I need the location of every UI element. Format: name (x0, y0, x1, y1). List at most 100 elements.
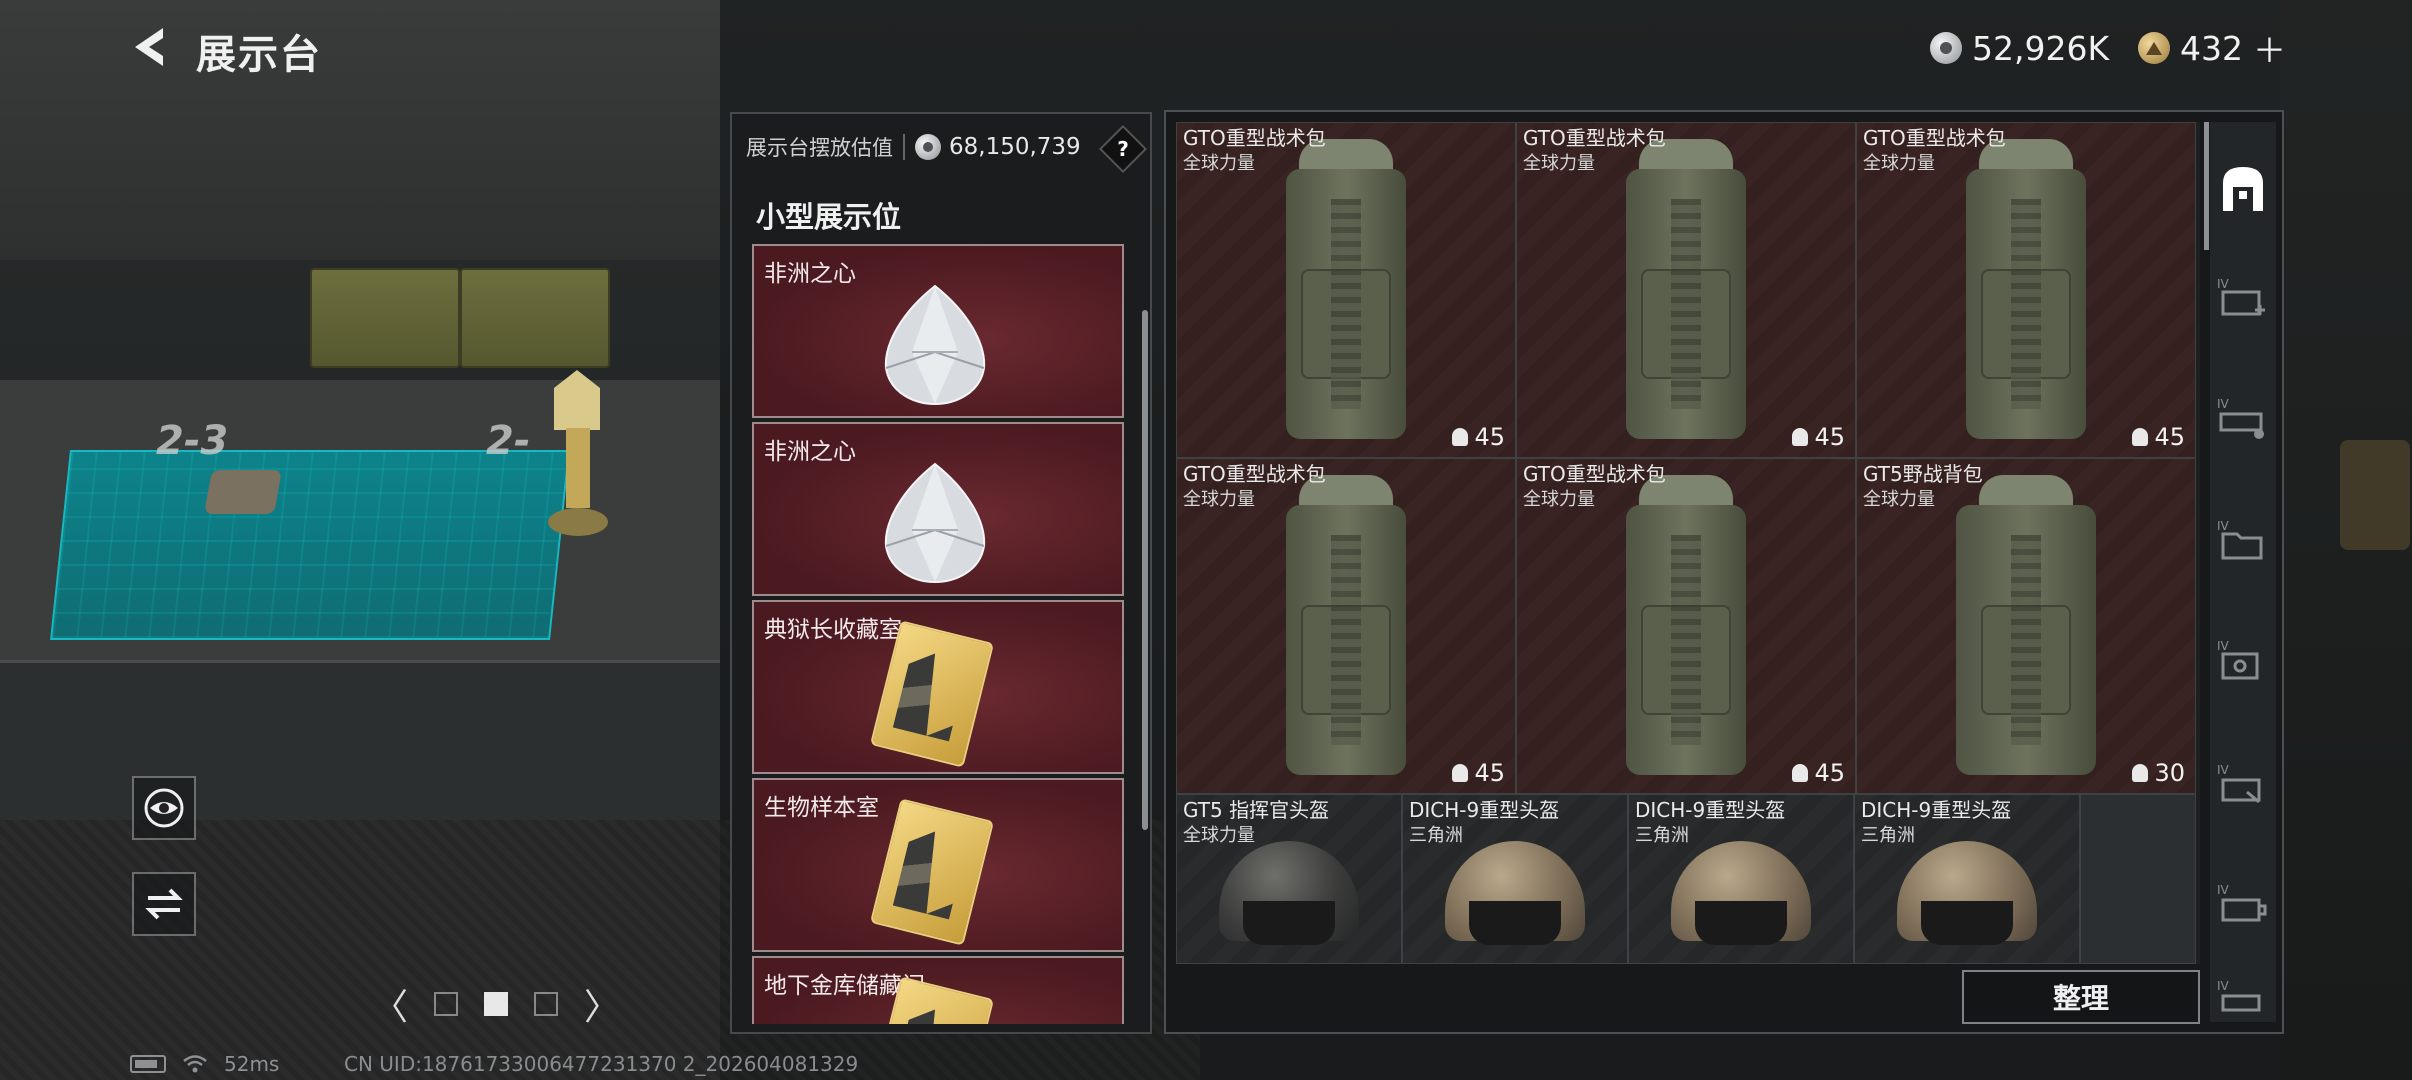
tab-ammo[interactable]: IV (2216, 878, 2270, 932)
page-dot-active[interactable] (484, 992, 509, 1016)
gold-amount: 432 (2180, 28, 2243, 68)
capacity-icon (2132, 428, 2149, 446)
page-indicator: 〈 〉 (372, 978, 620, 1030)
display-slot-card[interactable]: 地下金库储藏间 (752, 956, 1124, 1024)
item-count: 45 (1792, 759, 1845, 787)
capacity-icon (1452, 764, 1469, 782)
scene-slot-label: 2-3 (156, 418, 229, 464)
silver-coin-icon (915, 134, 941, 160)
inventory-item[interactable]: DICH-9重型头盔 三角洲 (1854, 794, 2080, 964)
svg-text:IV: IV (2217, 519, 2230, 533)
sort-button[interactable]: 整理 (1962, 970, 2200, 1024)
gold-coin-icon (2138, 32, 2170, 64)
prev-page-button[interactable]: 〈 (372, 978, 408, 1030)
item-name: GTO重型战术包 (1183, 126, 1326, 150)
uid-text: CN UID:18761733006477231370 2_2026040813… (344, 1052, 859, 1076)
inventory-item[interactable]: GTO重型战术包 全球力量 45 (1176, 458, 1516, 794)
slot-name: 非洲之心 (764, 439, 856, 465)
scene-vehicle-model[interactable] (204, 470, 282, 514)
item-count: 45 (2132, 423, 2185, 451)
item-count: 30 (2132, 759, 2185, 787)
tab-all[interactable] (2216, 162, 2270, 216)
svg-text:IV: IV (2217, 979, 2230, 993)
divider (903, 134, 905, 160)
folder-icon: IV (2217, 519, 2263, 560)
estimate-value: 68,150,739 (915, 134, 1081, 160)
swap-button[interactable] (132, 872, 196, 936)
display-slot-card[interactable]: 非洲之心 (752, 244, 1124, 418)
tab-medical[interactable]: IV (2216, 272, 2270, 326)
back-button[interactable] (126, 22, 176, 72)
tab-equipment[interactable]: IV (2216, 634, 2270, 688)
inventory-item[interactable]: GTO重型战术包 全球力量 45 (1516, 122, 1856, 458)
inventory-panel: GTO重型战术包 全球力量 45 GTO重型战术包 全球力量 45 GTO重型战… (1164, 110, 2284, 1034)
capacity-icon (1452, 428, 1469, 446)
slot-name: 生物样本室 (764, 795, 879, 821)
backpack-icon (1611, 475, 1761, 775)
gold-currency[interactable]: 432 ＋ (2138, 26, 2286, 70)
tab-tools[interactable]: IV (2216, 758, 2270, 812)
diamond-icon (884, 284, 986, 406)
slot-name: 典狱长收藏室 (764, 617, 902, 643)
view-toggle-button[interactable] (132, 776, 196, 840)
item-origin: 三角洲 (1635, 825, 1689, 846)
swap-arrows-icon (145, 888, 183, 920)
display-slot-card[interactable]: 非洲之心 (752, 422, 1124, 596)
inventory-item[interactable]: GT5野战背包 全球力量 30 (1856, 458, 2196, 794)
display-slot-card[interactable]: 典狱长收藏室 (752, 600, 1124, 774)
item-count: 45 (1792, 423, 1845, 451)
backpack-icon (1941, 475, 2111, 775)
eye-icon (144, 788, 184, 828)
display-list-panel: 展示台摆放估值 68,150,739 ? 小型展示位 非洲之心 非洲之心 典狱长… (730, 112, 1152, 1034)
tab-files[interactable]: IV (2216, 514, 2270, 568)
help-icon: ? (1117, 137, 1129, 161)
capacity-icon (1792, 428, 1809, 446)
tab-misc[interactable]: IV (2216, 978, 2270, 1018)
svg-text:IV: IV (2217, 397, 2230, 411)
inventory-grid[interactable]: GTO重型战术包 全球力量 45 GTO重型战术包 全球力量 45 GTO重型战… (1176, 122, 2200, 964)
svg-text:IV: IV (2217, 883, 2230, 897)
inventory-item[interactable]: GTO重型战术包 全球力量 45 (1516, 458, 1856, 794)
inventory-scrollbar[interactable] (2204, 122, 2209, 250)
empty-slot[interactable] (2080, 794, 2196, 964)
inventory-item[interactable]: GT5 指挥官头盔 全球力量 (1176, 794, 1402, 964)
status-bar: 52ms (130, 1052, 279, 1076)
toolbox-icon: IV (2217, 763, 2261, 804)
backpack-icon (1611, 139, 1761, 439)
silver-amount: 52,926K (1972, 28, 2110, 68)
scene-trophy-model[interactable] (548, 370, 608, 540)
item-origin: 全球力量 (1863, 153, 1935, 174)
page-dot[interactable] (534, 992, 559, 1016)
next-page-button[interactable]: 〉 (584, 978, 620, 1030)
item-name: DICH-9重型头盔 (1635, 798, 1786, 822)
item-name: DICH-9重型头盔 (1409, 798, 1560, 822)
inventory-item[interactable]: GTO重型战术包 全球力量 45 (1856, 122, 2196, 458)
help-button[interactable]: ? (1098, 124, 1148, 174)
weapon-case-icon: IV (2217, 397, 2264, 439)
silver-currency: 52,926K (1930, 26, 2109, 70)
helmet-icon (1893, 831, 2041, 951)
crate-icon: IV (2217, 979, 2261, 1012)
battery-icon (130, 1055, 166, 1073)
page-dot[interactable] (434, 992, 459, 1016)
wifi-icon (183, 1055, 207, 1073)
scene-cabinet (0, 660, 720, 840)
list-scrollbar[interactable] (1142, 310, 1148, 830)
add-gold-button[interactable]: ＋ (2253, 24, 2286, 72)
item-count: 45 (1452, 423, 1505, 451)
item-origin: 三角洲 (1861, 825, 1915, 846)
scene-slot-label: 2- (486, 418, 531, 464)
inventory-item[interactable]: GTO重型战术包 全球力量 45 (1176, 122, 1516, 458)
display-slot-card[interactable]: 生物样本室 (752, 778, 1124, 952)
estimate-amount: 68,150,739 (949, 134, 1081, 160)
inventory-item[interactable]: DICH-9重型头盔 三角洲 (1402, 794, 1628, 964)
scene-display-mat (50, 450, 570, 640)
ping-text: 52ms (224, 1052, 280, 1076)
category-sidebar: IV IV IV IV IV IV IV (2210, 122, 2276, 1022)
app-root: 2-3 2- 展示台 52,926K 432 ＋ 〈 〉 52ms CN UID… (0, 0, 2412, 1080)
item-name: GT5野战背包 (1863, 462, 1983, 486)
display-slot-list[interactable]: 非洲之心 非洲之心 典狱长收藏室 生物样本室 地下金库储藏间 (752, 244, 1124, 1024)
inventory-item[interactable]: DICH-9重型头盔 三角洲 (1628, 794, 1854, 964)
tab-weapons[interactable]: IV (2216, 392, 2270, 446)
keycard-icon (869, 798, 995, 946)
